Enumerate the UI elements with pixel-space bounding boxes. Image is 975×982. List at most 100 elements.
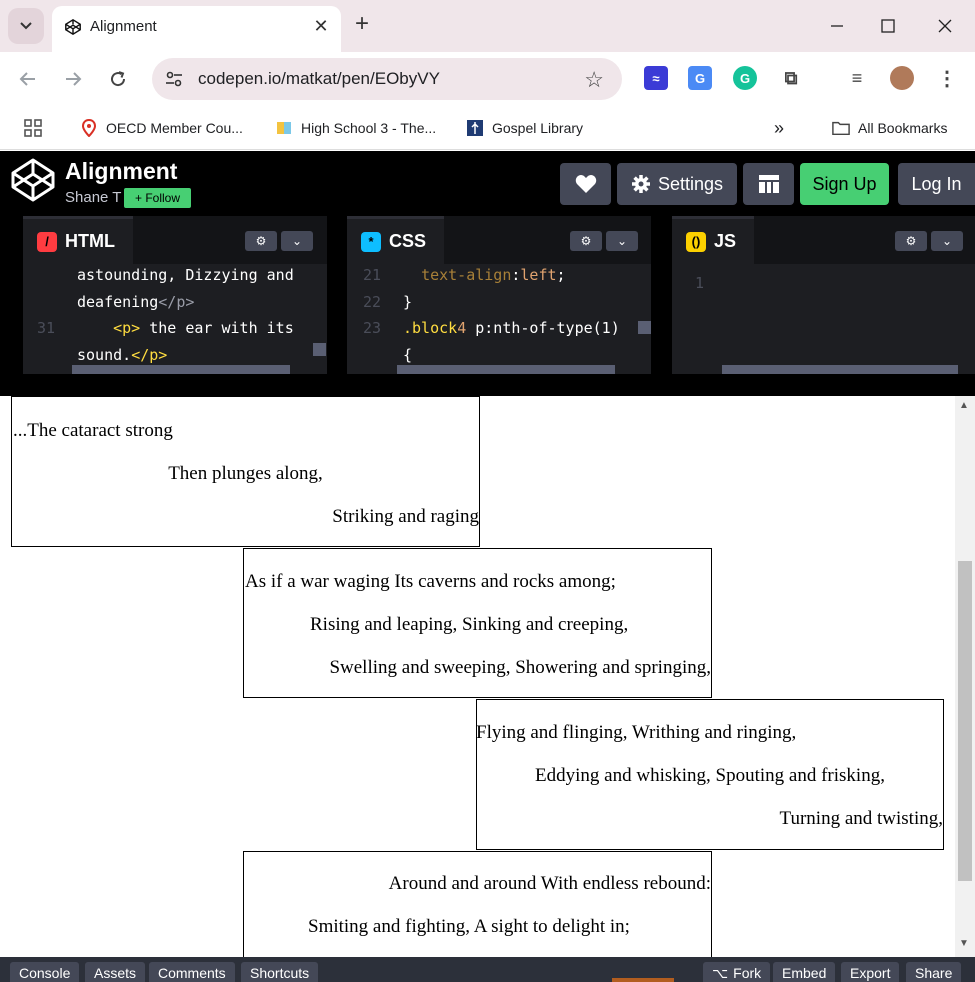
- scroll-up-icon[interactable]: ▲: [959, 400, 969, 411]
- address-bar[interactable]: codepen.io/matkat/pen/EObyVY ☆: [152, 58, 622, 100]
- codepen-header: Alignment Shane T + Follow Settings Sign…: [0, 151, 975, 216]
- code-text: }: [403, 292, 413, 311]
- line-number: 22: [362, 292, 381, 311]
- html-editor[interactable]: / HTML ⚙ ⌄ astounding, Dizzying and deaf…: [23, 216, 327, 374]
- shortcuts-button[interactable]: Shortcuts: [241, 962, 319, 982]
- poem-line: As if a war waging Its caverns and rocks…: [245, 571, 616, 592]
- css-editor[interactable]: * CSS ⚙ ⌄ 21 text-align:left; 22 } 23 .b…: [347, 216, 651, 374]
- translate-extension-icon[interactable]: G: [688, 66, 712, 90]
- new-tab-button[interactable]: +: [355, 12, 369, 36]
- extensions-puzzle-icon[interactable]: ⧉: [779, 66, 803, 90]
- js-editor[interactable]: () JS ⚙ ⌄ 1: [672, 216, 975, 374]
- gear-icon: ⚙: [255, 234, 267, 248]
- horizontal-scrollbar[interactable]: [72, 365, 290, 374]
- editor-name: JS: [714, 231, 737, 251]
- tab-css[interactable]: * CSS: [347, 216, 445, 264]
- all-bookmarks-label: All Bookmarks: [858, 120, 948, 136]
- settings-button[interactable]: Settings: [617, 163, 737, 205]
- browser-menu-icon[interactable]: ⋮: [935, 66, 959, 90]
- progress-indicator: [612, 978, 674, 982]
- bookmark-label: Gospel Library: [492, 120, 584, 136]
- folder-icon: [832, 121, 850, 136]
- editor-dropdown-button[interactable]: ⌄: [931, 231, 963, 251]
- code-text: .block4 p:nth-of-type(1): [403, 319, 620, 337]
- book-icon: [277, 122, 291, 134]
- scrollbar-thumb[interactable]: [958, 561, 972, 881]
- like-button[interactable]: [560, 163, 611, 205]
- close-icon: [938, 19, 952, 33]
- all-bookmarks-button[interactable]: All Bookmarks: [832, 116, 947, 140]
- forward-button[interactable]: [60, 66, 86, 92]
- bookmark-item-oecd[interactable]: OECD Member Cou...: [80, 116, 243, 140]
- editor-name: HTML: [65, 231, 115, 251]
- profile-avatar[interactable]: [890, 66, 914, 90]
- reload-icon: [111, 71, 126, 87]
- editor-dropdown-button[interactable]: ⌄: [281, 231, 313, 251]
- comments-button[interactable]: Comments: [149, 962, 235, 982]
- editor-settings-button[interactable]: ⚙: [895, 231, 927, 251]
- close-window-button[interactable]: [930, 12, 960, 40]
- share-button[interactable]: Share: [906, 962, 962, 982]
- poem-block-4: Around and around With endless rebound: …: [243, 851, 712, 957]
- codepen-logo-icon[interactable]: [10, 157, 56, 203]
- grammarly-extension-icon[interactable]: G: [733, 66, 757, 90]
- horizontal-scrollbar[interactable]: [722, 365, 958, 374]
- fork-label: Fork: [733, 965, 762, 981]
- change-view-button[interactable]: [743, 163, 794, 205]
- bookmarks-overflow-icon[interactable]: »: [774, 116, 784, 140]
- apps-grid-icon[interactable]: [23, 116, 43, 140]
- back-button[interactable]: [15, 66, 41, 92]
- reading-list-icon[interactable]: ≡: [845, 66, 869, 90]
- console-button[interactable]: Console: [10, 962, 80, 982]
- chevron-down-icon: ⌄: [616, 234, 628, 248]
- js-badge-icon: (): [686, 231, 706, 252]
- bookmark-star-icon[interactable]: ☆: [584, 67, 604, 93]
- codepen-footer-bar: Console Assets Comments Shortcuts ⌥ Fork…: [0, 957, 975, 982]
- heart-icon: [575, 175, 596, 193]
- editor-settings-button[interactable]: ⚙: [570, 231, 602, 251]
- pen-author[interactable]: Shane T: [65, 189, 121, 206]
- code-text: <p> the ear with its: [113, 319, 294, 337]
- poem-line: Then plunges along,: [168, 463, 323, 484]
- scroll-down-icon[interactable]: ▼: [959, 938, 969, 949]
- horizontal-scrollbar[interactable]: [397, 365, 615, 374]
- maximize-button[interactable]: [873, 12, 903, 40]
- gear-icon: ⚙: [905, 234, 917, 248]
- css-badge-icon: *: [361, 231, 381, 252]
- fork-button[interactable]: ⌥ Fork: [703, 962, 771, 982]
- export-button[interactable]: Export: [841, 962, 900, 982]
- sign-up-button[interactable]: Sign Up: [800, 163, 889, 205]
- preview-frame[interactable]: ...The cataract strong Then plunges alon…: [0, 374, 975, 957]
- line-number: 23: [362, 319, 381, 337]
- assets-button[interactable]: Assets: [85, 962, 146, 982]
- editor-header: / HTML ⚙ ⌄: [23, 216, 327, 264]
- settings-label: Settings: [657, 173, 724, 194]
- tab-search-button[interactable]: [8, 8, 44, 44]
- fork-icon: ⌥: [712, 964, 729, 981]
- line-number: 31: [36, 319, 55, 337]
- html-badge-icon: /: [37, 231, 57, 252]
- tab-title: Alignment: [90, 18, 157, 35]
- bookmark-item-gospel-library[interactable]: Gospel Library: [466, 116, 583, 140]
- preview-vertical-scrollbar[interactable]: ▲ ▼: [955, 396, 975, 957]
- tab-html[interactable]: / HTML: [23, 216, 133, 264]
- pen-title: Alignment: [65, 158, 178, 184]
- minimize-button[interactable]: [822, 12, 852, 40]
- arrow-left-icon: [19, 72, 35, 86]
- reload-button[interactable]: [105, 66, 131, 92]
- bookmark-item-high-school[interactable]: High School 3 - The...: [275, 116, 436, 140]
- tab-js[interactable]: () JS: [672, 216, 755, 264]
- embed-button[interactable]: Embed: [773, 962, 836, 982]
- line-number: 1: [694, 274, 704, 292]
- browser-tab[interactable]: Alignment ✕: [52, 6, 341, 52]
- poem-block-3: Flying and flinging, Writhing and ringin…: [476, 699, 944, 850]
- log-in-button[interactable]: Log In: [898, 163, 975, 205]
- editors-panel: / HTML ⚙ ⌄ astounding, Dizzying and deaf…: [0, 216, 975, 374]
- close-tab-icon[interactable]: ✕: [311, 16, 331, 36]
- audio-extension-icon[interactable]: ≈: [644, 66, 668, 90]
- editor-dropdown-button[interactable]: ⌄: [606, 231, 638, 251]
- follow-button[interactable]: + Follow: [124, 188, 191, 208]
- editor-settings-button[interactable]: ⚙: [245, 231, 277, 251]
- map-pin-icon: [81, 119, 97, 137]
- site-info-icon[interactable]: [164, 69, 184, 89]
